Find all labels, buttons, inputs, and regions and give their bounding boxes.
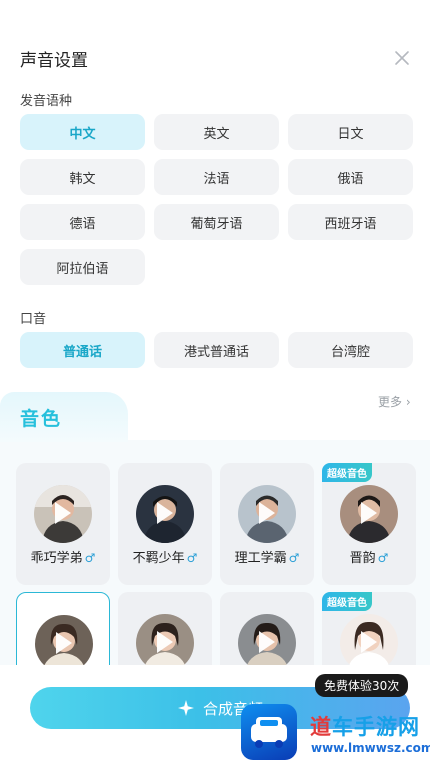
voice-card[interactable]: 理工学霸 ♂ [220, 463, 314, 585]
voice-card[interactable]: 乖巧学弟 ♂ [16, 463, 110, 585]
close-icon[interactable] [393, 49, 411, 67]
tab-voice-label: 音色 [20, 408, 63, 430]
voice-card[interactable]: 不羁少年 ♂ [118, 463, 212, 585]
free-trial-badge: 免费体验30次 [315, 674, 409, 697]
dialog-header: 声音设置 [0, 0, 430, 90]
watermark-title-a: 道 [310, 715, 332, 739]
language-section-label: 发音语种 [20, 94, 73, 109]
super-voice-badge: 超级音色 [322, 592, 372, 611]
watermark-url: www.lmwwsz.com [311, 741, 430, 755]
dialog-title: 声音设置 [20, 51, 88, 71]
language-option-portuguese[interactable]: 葡萄牙语 [154, 204, 279, 240]
avatar [238, 614, 296, 672]
male-icon: ♂ [84, 551, 96, 565]
language-option-arabic[interactable]: 阿拉伯语 [20, 249, 145, 285]
language-option-korean[interactable]: 韩文 [20, 159, 145, 195]
watermark: 道车手游网 www.lmwwsz.com [237, 700, 430, 762]
male-icon: ♂ [186, 551, 198, 565]
watermark-logo-icon [241, 704, 297, 760]
accent-option-hk-mandarin[interactable]: 港式普通话 [154, 332, 279, 368]
accent-option-mandarin[interactable]: 普通话 [20, 332, 145, 368]
more-link[interactable]: 更多 › [378, 393, 411, 410]
voice-name: 晋韵 [349, 551, 376, 566]
language-option-english[interactable]: 英文 [154, 114, 279, 150]
accent-option-taiwan[interactable]: 台湾腔 [288, 332, 413, 368]
language-option-russian[interactable]: 俄语 [288, 159, 413, 195]
avatar [34, 485, 92, 543]
watermark-title-b: 车手游网 [332, 715, 420, 739]
avatar [136, 614, 194, 672]
play-icon [56, 632, 72, 654]
play-icon [157, 631, 173, 653]
male-icon: ♂ [377, 551, 389, 565]
voice-name: 不羁少年 [132, 551, 185, 566]
language-option-spanish[interactable]: 西班牙语 [288, 204, 413, 240]
sparkle-icon [177, 700, 194, 716]
language-option-japanese[interactable]: 日文 [288, 114, 413, 150]
avatar [340, 485, 398, 543]
male-icon: ♂ [288, 551, 300, 565]
voice-card[interactable]: 超级音色 晋韵 ♂ [322, 463, 416, 585]
avatar [238, 485, 296, 543]
voice-name: 乖巧学弟 [30, 551, 83, 566]
play-icon [259, 502, 275, 524]
language-option-french[interactable]: 法语 [154, 159, 279, 195]
avatar [340, 614, 398, 672]
play-icon [361, 631, 377, 653]
play-icon [157, 502, 173, 524]
avatar [136, 485, 194, 543]
play-icon [259, 631, 275, 653]
voice-name: 理工学霸 [234, 551, 287, 566]
play-icon [361, 502, 377, 524]
language-option-german[interactable]: 德语 [20, 204, 145, 240]
super-voice-badge: 超级音色 [322, 463, 372, 482]
play-icon [55, 502, 71, 524]
tab-voice[interactable]: 音色 [0, 392, 128, 442]
language-option-chinese[interactable]: 中文 [20, 114, 145, 150]
voice-tab-bar: 音色 [0, 392, 430, 442]
accent-section-label: 口音 [20, 312, 47, 327]
